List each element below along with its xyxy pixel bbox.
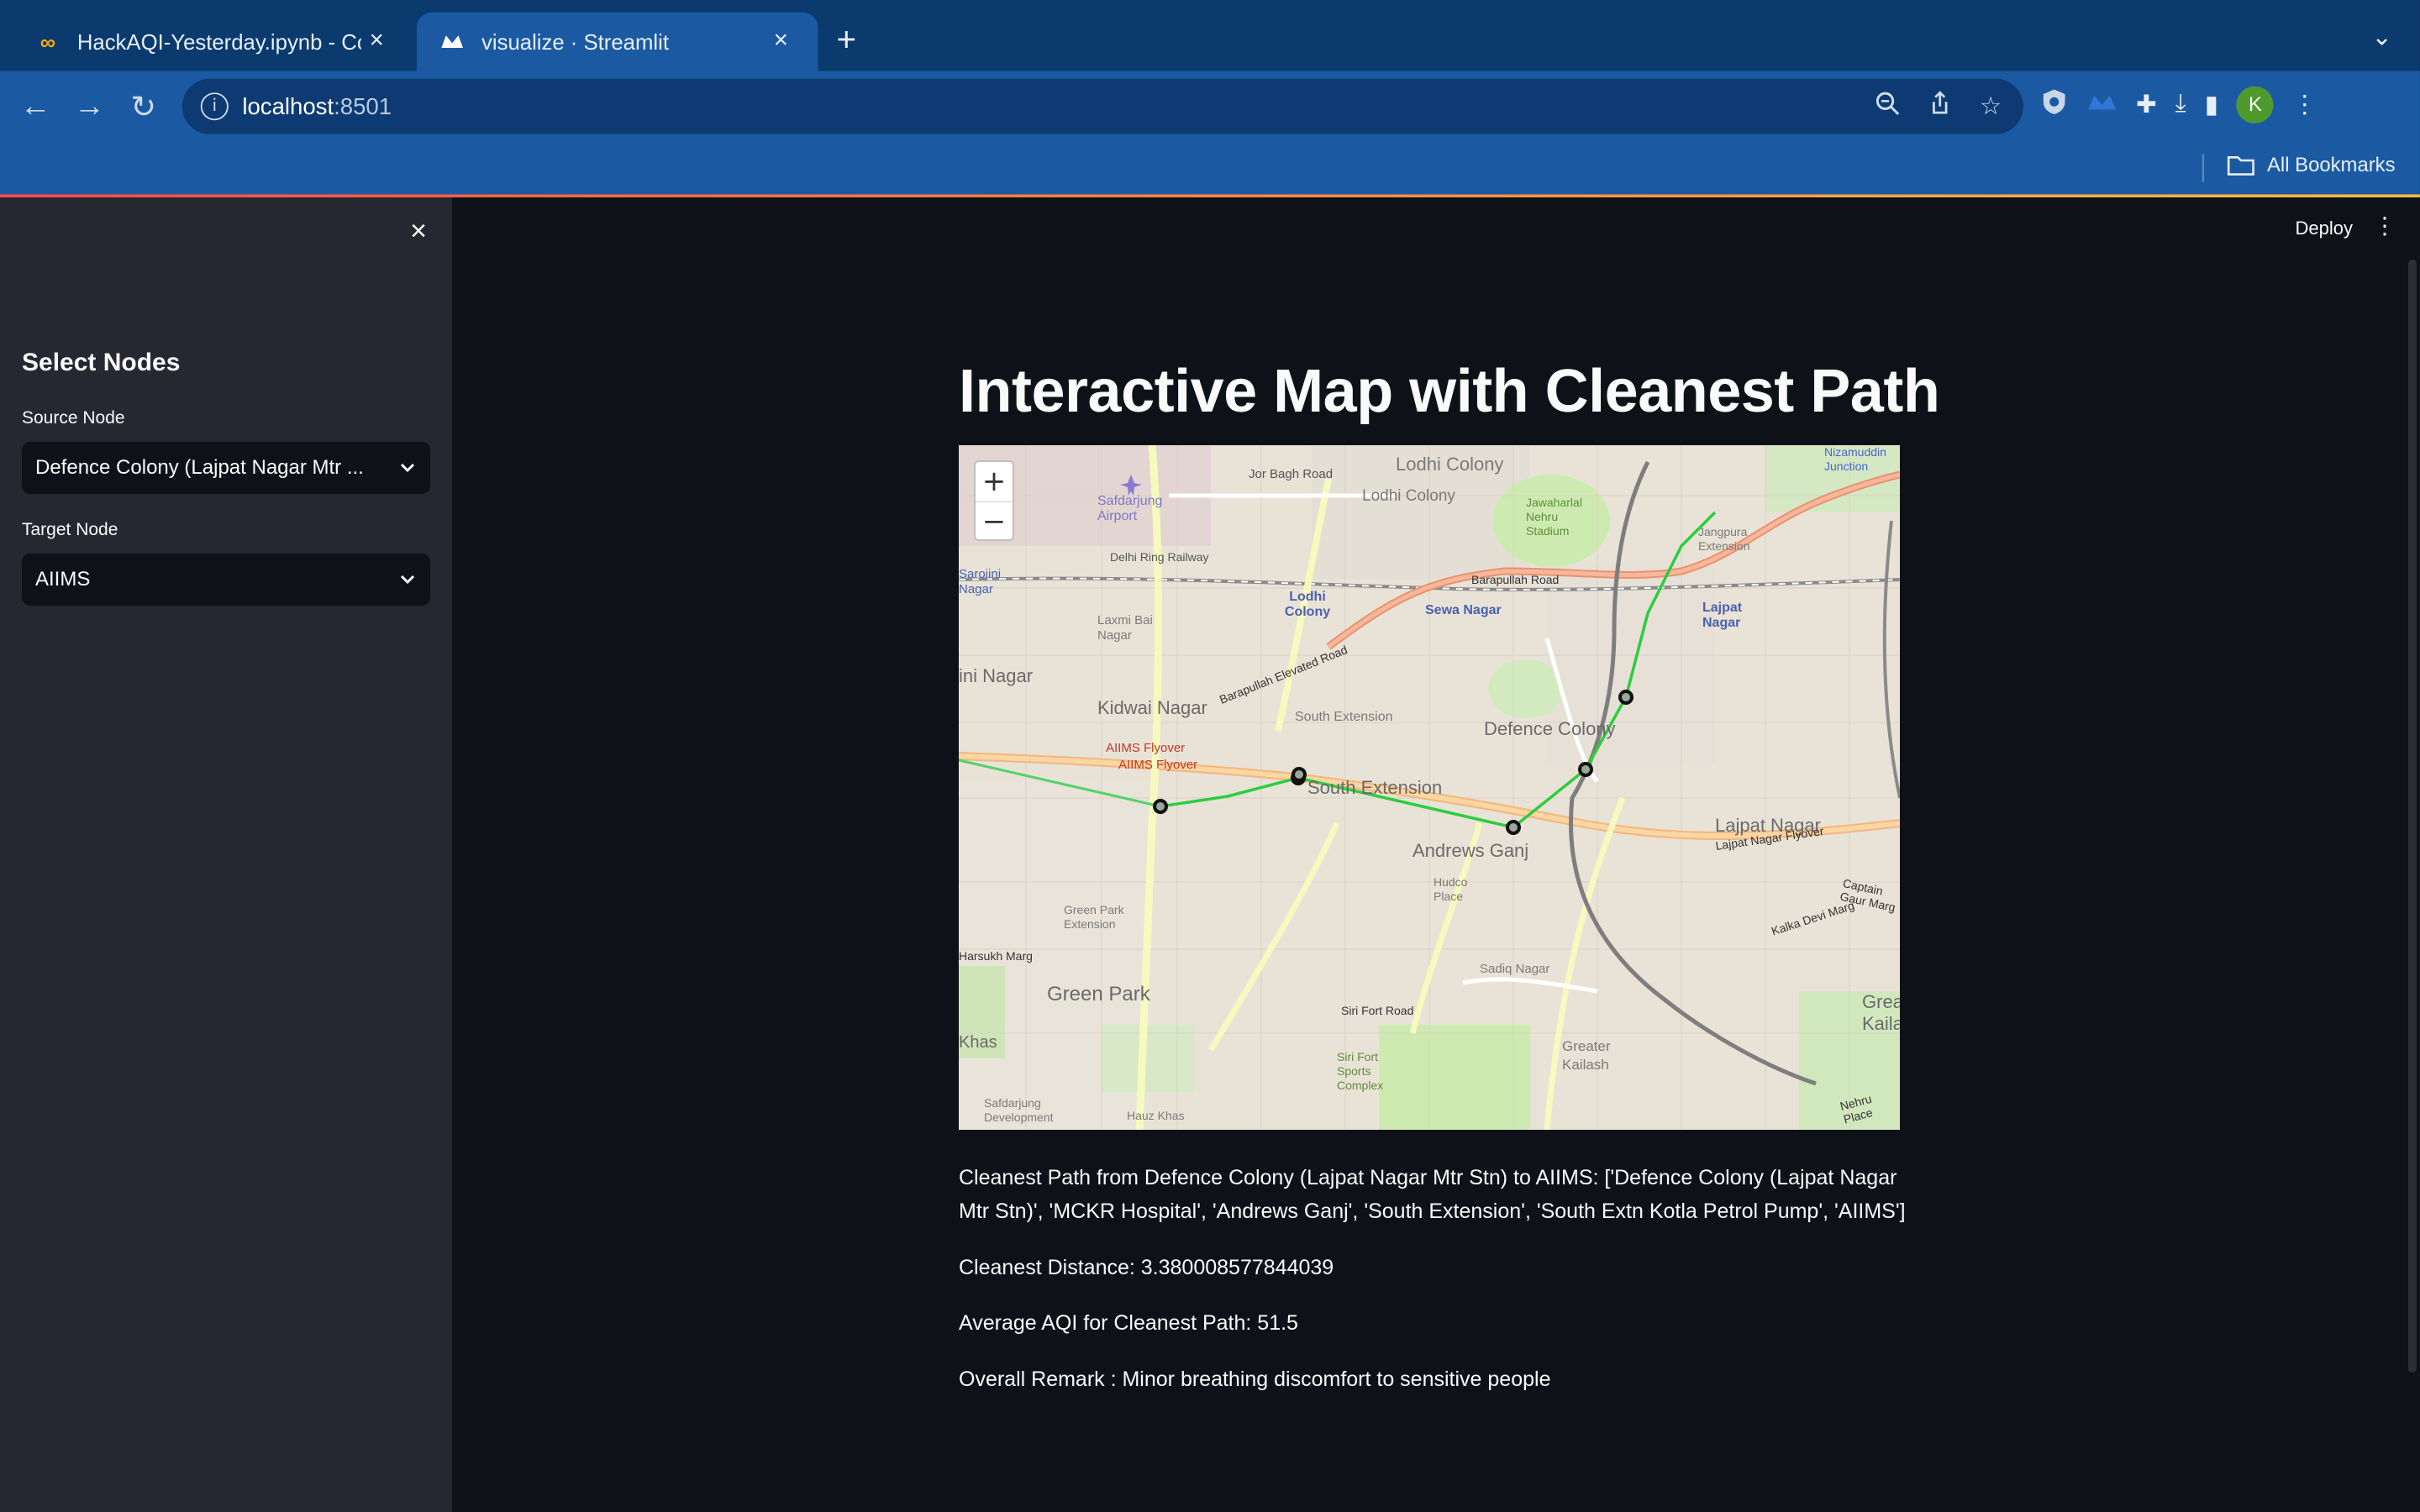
scrollbar[interactable] xyxy=(2408,260,2417,1373)
map-label: Lodhi Colony xyxy=(1396,454,1504,475)
map-label: Delhi Ring Railway xyxy=(1110,550,1209,564)
map-label: Andrews Ganj xyxy=(1413,840,1529,861)
chevron-down-icon xyxy=(398,570,417,589)
tab-title: HackAQI-Yesterday.ipynb - Co xyxy=(76,29,361,55)
zoom-in-button[interactable]: + xyxy=(976,462,1013,501)
interactive-map[interactable]: Lodhi Colony Lodhi Colony Safdarjung Air… xyxy=(959,445,1900,1130)
map-label: Safdarjung Development xyxy=(984,1096,1054,1124)
map-labels: Lodhi Colony Lodhi Colony Safdarjung Air… xyxy=(959,445,1900,1130)
map-label: Sewa Nagar xyxy=(1425,603,1502,617)
map-label: Hudco Place xyxy=(1434,875,1468,903)
browser-chrome: ∞ HackAQI-Yesterday.ipynb - Co × visuali… xyxy=(0,0,2420,198)
close-tab-icon[interactable]: × xyxy=(361,28,392,55)
map-label: Greater Kailash xyxy=(1862,991,1900,1034)
puzzle-extensions-icon[interactable]: ✚ xyxy=(2136,90,2157,121)
main-content: Deploy ⋮ Interactive Map with Cleanest P… xyxy=(452,197,2420,1512)
download-icon[interactable]: ⤓ xyxy=(2175,91,2186,118)
url-text: localhost:8501 xyxy=(242,93,392,120)
map-label: Barapullah Road xyxy=(1471,573,1560,586)
bookmark-star-icon[interactable]: ☆ xyxy=(1980,91,2002,123)
map-label: Khas xyxy=(959,1033,997,1052)
source-node-value: Defence Colony (Lajpat Nagar Mtr ... xyxy=(35,456,364,479)
bookmarks-separator xyxy=(2202,154,2204,182)
streamlit-extension-icon[interactable] xyxy=(2086,90,2118,119)
average-aqi-text: Average AQI for Cleanest Path: 51.5 xyxy=(959,1311,1298,1335)
map-label: Safdarjung Airport xyxy=(1097,494,1163,523)
map-label: AIIMS Flyover xyxy=(1106,741,1186,755)
tab-search-chevron-icon[interactable]: ⌄ xyxy=(2371,22,2392,53)
page-title: Interactive Map with Cleanest Path xyxy=(959,358,1940,425)
new-tab-icon[interactable]: + xyxy=(836,21,856,59)
site-info-icon[interactable]: i xyxy=(200,92,229,121)
bookmarks-bar: All Bookmarks xyxy=(0,141,2420,195)
source-node-label: Source Node xyxy=(22,408,125,428)
zoom-icon[interactable] xyxy=(1875,91,1899,123)
streamlit-icon xyxy=(439,28,466,55)
map-label: Laxmi Bai Nagar xyxy=(1097,613,1153,643)
all-bookmarks-label: All Bookmarks xyxy=(2266,152,2396,176)
reload-icon[interactable]: ↻ xyxy=(124,87,164,127)
omnibox-actions: ☆ xyxy=(1875,91,2002,123)
tab-colab[interactable]: ∞ HackAQI-Yesterday.ipynb - Co × xyxy=(13,13,414,71)
map-label: Jangpura Extension xyxy=(1698,525,1750,553)
map-label: South Extension xyxy=(1295,710,1393,724)
address-bar[interactable]: i localhost:8501 ☆ xyxy=(182,78,2023,134)
map-label: South Extension xyxy=(1307,777,1443,798)
colab-icon: ∞ xyxy=(39,29,56,55)
deploy-button[interactable]: Deploy xyxy=(2296,218,2353,239)
map-label: Green Park Extension xyxy=(1064,903,1124,931)
cleanest-distance-text: Cleanest Distance: 3.380008577844039 xyxy=(959,1256,1334,1279)
map-label: Defence Colony xyxy=(1484,718,1616,739)
extension-icons: ✚ ⤓ ▮ K ⋮ xyxy=(2040,86,2317,123)
overall-remark-text: Overall Remark : Minor breathing discomf… xyxy=(959,1368,1551,1391)
close-tab-icon[interactable]: × xyxy=(765,28,797,55)
map-label: Hauz Khas xyxy=(1127,1109,1185,1122)
tab-strip: ∞ HackAQI-Yesterday.ipynb - Co × visuali… xyxy=(0,0,2420,71)
target-node-label: Target Node xyxy=(22,520,118,539)
main-menu-icon[interactable]: ⋮ xyxy=(2373,214,2396,238)
map-label: Nehru Place xyxy=(1839,1091,1875,1126)
map-label: Kalka Devi Marg xyxy=(1770,898,1856,938)
shield-extension-icon[interactable] xyxy=(2040,87,2068,123)
back-arrow-icon[interactable]: ← xyxy=(15,87,55,127)
chevron-down-icon xyxy=(398,459,417,477)
map-label: ini Nagar xyxy=(959,665,1034,686)
all-bookmarks-button[interactable]: All Bookmarks xyxy=(2227,152,2396,176)
forward-arrow-icon[interactable]: → xyxy=(70,87,110,127)
tab-streamlit[interactable]: visualize · Streamlit × xyxy=(416,12,818,71)
sidebar: × Select Nodes Source Node Defence Colon… xyxy=(0,197,452,1512)
tab-title: visualize · Streamlit xyxy=(481,29,669,55)
sidebar-heading: Select Nodes xyxy=(22,349,181,376)
map-label: Sadiq Nagar xyxy=(1480,962,1550,976)
target-node-value: AIIMS xyxy=(35,568,91,591)
close-sidebar-icon[interactable]: × xyxy=(405,217,432,245)
folder-icon xyxy=(2227,155,2254,175)
map-label: Lodhi Colony xyxy=(1362,487,1455,505)
map-label: Siri Fort Sports Complex xyxy=(1337,1050,1384,1092)
map-label: AIIMS Flyover xyxy=(1118,758,1198,772)
source-node-select[interactable]: Defence Colony (Lajpat Nagar Mtr ... xyxy=(22,442,430,494)
zoom-out-button[interactable]: − xyxy=(976,501,1013,541)
share-icon[interactable] xyxy=(1927,91,1951,123)
cleanest-path-text: Cleanest Path from Defence Colony (Lajpa… xyxy=(959,1166,1906,1223)
browser-toolbar: ← → ↻ i localhost:8501 ☆ ✚ ⤓ ▮ K ⋮ xyxy=(0,71,2420,142)
browser-menu-icon[interactable]: ⋮ xyxy=(2292,90,2317,121)
map-label: Jor Bagh Road xyxy=(1249,467,1334,481)
map-label: Harsukh Marg xyxy=(959,949,1033,963)
map-label: Greater Kailash xyxy=(1562,1038,1611,1073)
map-label: Sarojini Nagar xyxy=(959,567,1002,596)
map-label: Jawaharlal Nehru Stadium xyxy=(1526,496,1582,538)
map-label: Nizamuddin Junction xyxy=(1824,445,1886,473)
map-label: Lodhi Colony xyxy=(1284,590,1331,619)
side-panel-icon[interactable]: ▮ xyxy=(2205,90,2218,121)
map-label: Lajpat Nagar xyxy=(1702,601,1743,630)
map-label: Siri Fort Road xyxy=(1341,1004,1414,1017)
map-label: Green Park xyxy=(1047,983,1150,1005)
map-label: Kidwai Nagar xyxy=(1097,697,1207,718)
target-node-select[interactable]: AIIMS xyxy=(22,554,430,606)
map-zoom-control: + − xyxy=(974,460,1014,541)
profile-avatar[interactable]: K xyxy=(2236,86,2275,123)
map-label: Barapullah Elevated Road xyxy=(1217,643,1349,706)
